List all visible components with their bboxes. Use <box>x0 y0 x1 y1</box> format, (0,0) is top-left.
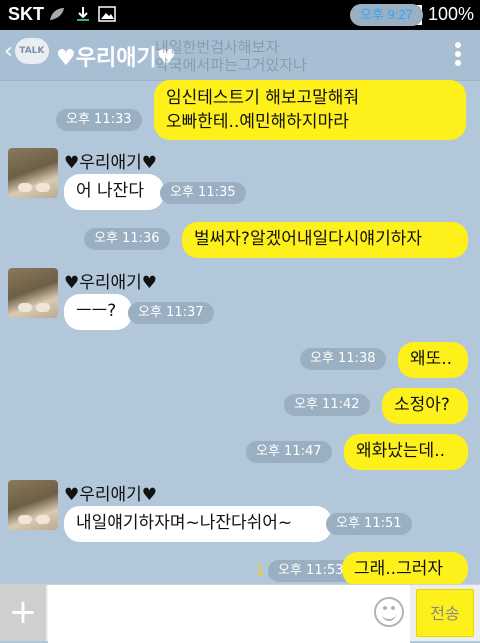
notice-line: 약국에서파는그거있자나 <box>155 56 307 74</box>
message-time: 오후 11:38 <box>300 348 386 370</box>
send-button[interactable]: 전송 <box>416 589 474 637</box>
notice-overlay: 내일한번검사해보자 약국에서파는그거있자나 <box>155 38 455 74</box>
notice-line: 내일한번검사해보자 <box>155 38 280 56</box>
leaf-icon <box>50 8 64 20</box>
avatar[interactable] <box>8 480 58 530</box>
message-text: 임신테스트기 해보고말해줘 <box>166 88 360 108</box>
sender-name: ♥우리애기♥ <box>64 485 158 505</box>
message-time: 오후 11:47 <box>246 441 332 463</box>
message-time: 오후 11:51 <box>326 513 412 535</box>
message-text: 왜또.. <box>410 349 453 369</box>
message-text: 왜화났는데.. <box>356 441 446 461</box>
my-message-bubble[interactable]: 왜또.. <box>398 342 468 378</box>
image-icon <box>98 6 116 22</box>
message-text: 소정아? <box>394 395 450 415</box>
message-time: 오후 11:33 <box>56 109 142 131</box>
other-message-bubble[interactable]: 어 나잔다 <box>64 174 164 210</box>
avatar[interactable] <box>8 148 58 198</box>
back-button[interactable]: ‹ TALK <box>4 38 49 64</box>
clock: 오후 9:27 <box>349 3 423 26</box>
download-icon <box>77 7 89 21</box>
other-message-bubble[interactable]: ㅡㅡ? <box>64 294 132 330</box>
dot-icon <box>455 42 461 48</box>
my-message-bubble[interactable]: 왜화났는데.. <box>344 434 468 470</box>
plus-button[interactable]: + <box>0 585 46 641</box>
battery-percent: 100% <box>427 4 474 24</box>
chevron-left-icon: ‹ <box>4 38 13 64</box>
message-text: 오빠한테..예민해하지마라 <box>166 112 349 132</box>
talk-icon: TALK <box>14 38 49 64</box>
my-message-bubble[interactable]: 임신테스트기 해보고말해줘 오빠한테..예민해하지마라 <box>154 80 466 140</box>
carrier-label: SKT <box>8 4 44 24</box>
message-text: ㅡㅡ? <box>76 301 117 321</box>
dot-icon <box>455 51 461 57</box>
message-time: 오후 11:42 <box>284 394 370 416</box>
status-right: 100% 오후 9:27 <box>349 3 474 26</box>
my-message-bubble[interactable]: 소정아? <box>382 388 468 424</box>
input-bar: + 전송 <box>0 584 480 643</box>
message-time: 오후 11:36 <box>84 228 170 250</box>
dot-icon <box>455 60 461 66</box>
other-message-bubble[interactable]: 내일얘기하자며~나잔다쉬어~ <box>64 506 332 542</box>
message-text: 벌써자?알겠어내일다시얘기하자 <box>194 229 422 249</box>
message-text: 내일얘기하자며~나잔다쉬어~ <box>76 513 293 533</box>
my-message-bubble[interactable]: 벌써자?알겠어내일다시얘기하자 <box>182 222 468 258</box>
avatar[interactable] <box>8 268 58 318</box>
sender-name: ♥우리애기♥ <box>64 153 158 173</box>
my-message-bubble[interactable]: 그래..그러자 <box>342 552 468 586</box>
message-text: 그래..그러자 <box>354 559 444 579</box>
message-text: 어 나잔다 <box>76 181 144 201</box>
emoticon-icon[interactable] <box>374 597 404 627</box>
message-time: 오후 11:35 <box>160 182 246 204</box>
more-menu-button[interactable] <box>454 42 462 68</box>
sender-name: ♥우리애기♥ <box>64 273 158 293</box>
message-time: 오후 11:53 <box>268 560 354 582</box>
status-bar: SKT 100% 오후 9:27 <box>0 0 480 30</box>
message-input[interactable] <box>48 585 410 643</box>
message-time: 오후 11:37 <box>128 302 214 324</box>
unread-count: 1 <box>256 564 265 579</box>
